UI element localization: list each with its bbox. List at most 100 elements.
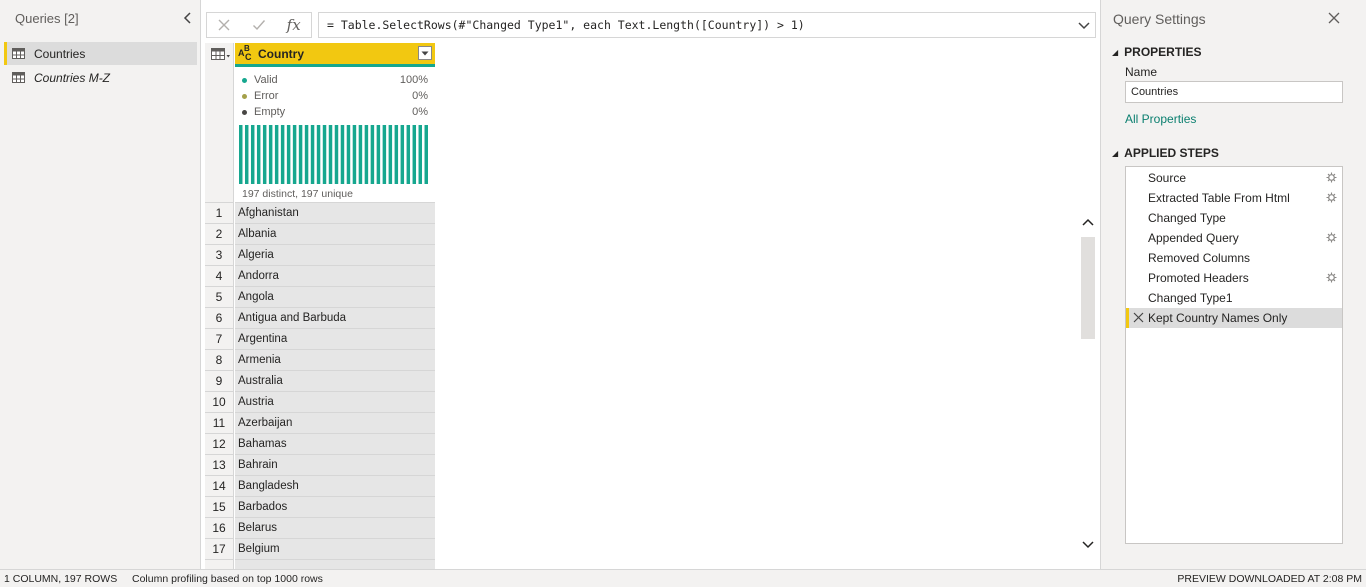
- distribution-bar[interactable]: [358, 125, 363, 184]
- table-cell[interactable]: Algeria: [235, 245, 435, 266]
- all-properties-link[interactable]: All Properties: [1125, 112, 1196, 126]
- table-cell[interactable]: [235, 560, 435, 569]
- delete-step-icon[interactable]: [1133, 312, 1144, 323]
- properties-section-header[interactable]: ◢ PROPERTIES: [1112, 45, 1202, 59]
- applied-step-item[interactable]: Changed Type: [1126, 208, 1342, 228]
- table-cell[interactable]: Bahrain: [235, 455, 435, 476]
- table-cell[interactable]: Belgium: [235, 539, 435, 560]
- distribution-bar[interactable]: [286, 125, 291, 184]
- table-cell[interactable]: Barbados: [235, 497, 435, 518]
- table-cell[interactable]: Angola: [235, 287, 435, 308]
- query-item-countries[interactable]: Countries: [4, 42, 197, 65]
- distribution-bar[interactable]: [370, 125, 375, 184]
- distribution-bar[interactable]: [250, 125, 255, 184]
- table-cell[interactable]: Antigua and Barbuda: [235, 308, 435, 329]
- distribution-bar[interactable]: [340, 125, 345, 184]
- row-number[interactable]: 7: [205, 329, 234, 350]
- query-name-input[interactable]: [1125, 81, 1343, 103]
- commit-formula-button[interactable]: [242, 13, 277, 37]
- table-cell[interactable]: Andorra: [235, 266, 435, 287]
- distribution-bar[interactable]: [239, 125, 243, 184]
- distribution-bar[interactable]: [322, 125, 327, 184]
- table-cell[interactable]: Belarus: [235, 518, 435, 539]
- gear-icon[interactable]: [1326, 172, 1337, 183]
- distribution-bar[interactable]: [274, 125, 279, 184]
- distribution-bar[interactable]: [382, 125, 387, 184]
- table-cell[interactable]: Bahamas: [235, 434, 435, 455]
- distribution-bar[interactable]: [376, 125, 381, 184]
- row-number[interactable]: 13: [205, 455, 234, 476]
- row-number[interactable]: 15: [205, 497, 234, 518]
- distribution-bar[interactable]: [406, 125, 411, 184]
- column-filter-button[interactable]: [418, 46, 432, 60]
- applied-step-item[interactable]: Extracted Table From Html: [1126, 188, 1342, 208]
- applied-step-item[interactable]: Appended Query: [1126, 228, 1342, 248]
- table-cell[interactable]: Bangladesh: [235, 476, 435, 497]
- chevron-down-icon[interactable]: [1077, 18, 1091, 32]
- table-cell[interactable]: Armenia: [235, 350, 435, 371]
- row-number[interactable]: 9: [205, 371, 234, 392]
- distribution-bar[interactable]: [292, 125, 297, 184]
- applied-step-item[interactable]: Source: [1126, 168, 1342, 188]
- applied-steps-section-header[interactable]: ◢ APPLIED STEPS: [1112, 146, 1219, 160]
- formula-bar[interactable]: = Table.SelectRows(#"Changed Type1", eac…: [318, 12, 1096, 38]
- table-menu-icon[interactable]: [211, 48, 231, 60]
- grid-scrollbar[interactable]: [1078, 215, 1098, 556]
- row-number[interactable]: 16: [205, 518, 234, 539]
- row-number[interactable]: 8: [205, 350, 234, 371]
- row-number[interactable]: 3: [205, 245, 234, 266]
- row-number[interactable]: 4: [205, 266, 234, 287]
- cancel-formula-button[interactable]: [207, 13, 242, 37]
- collapse-queries-button[interactable]: [181, 10, 195, 26]
- distribution-bar[interactable]: [244, 125, 249, 184]
- distribution-bar[interactable]: [256, 125, 261, 184]
- abc-text-type-icon[interactable]: ABC: [238, 44, 256, 62]
- table-cell[interactable]: Albania: [235, 224, 435, 245]
- applied-step-item[interactable]: Changed Type1: [1126, 288, 1342, 308]
- status-profiling-mode[interactable]: Column profiling based on top 1000 rows: [132, 573, 323, 585]
- row-number[interactable]: 6: [205, 308, 234, 329]
- distribution-bar[interactable]: [388, 125, 393, 184]
- applied-step-item[interactable]: Promoted Headers: [1126, 268, 1342, 288]
- applied-step-item[interactable]: Removed Columns: [1126, 248, 1342, 268]
- table-cell[interactable]: Austria: [235, 392, 435, 413]
- distribution-bar[interactable]: [262, 125, 267, 184]
- distribution-bar[interactable]: [400, 125, 405, 184]
- distribution-bar[interactable]: [298, 125, 303, 184]
- distribution-bar[interactable]: [304, 125, 309, 184]
- gear-icon[interactable]: [1326, 232, 1337, 243]
- table-cell[interactable]: Afghanistan: [235, 203, 435, 224]
- distribution-bar[interactable]: [268, 125, 273, 184]
- close-icon[interactable]: [1327, 11, 1341, 25]
- scroll-down-icon[interactable]: [1080, 538, 1096, 552]
- gear-icon[interactable]: [1326, 272, 1337, 283]
- formula-text[interactable]: = Table.SelectRows(#"Changed Type1", eac…: [327, 18, 805, 32]
- row-number[interactable]: 14: [205, 476, 234, 497]
- scroll-thumb[interactable]: [1081, 237, 1095, 339]
- distribution-bar[interactable]: [316, 125, 321, 184]
- insert-function-button[interactable]: fx: [276, 13, 311, 37]
- distribution-bar[interactable]: [280, 125, 285, 184]
- distribution-bar[interactable]: [412, 125, 417, 184]
- row-number[interactable]: [205, 560, 234, 569]
- row-number[interactable]: 11: [205, 413, 234, 434]
- row-number[interactable]: 12: [205, 434, 234, 455]
- column-header-country[interactable]: ABC Country: [235, 43, 435, 64]
- row-number[interactable]: 5: [205, 287, 234, 308]
- distribution-bar[interactable]: [394, 125, 399, 184]
- distribution-bar[interactable]: [334, 125, 339, 184]
- row-number[interactable]: 1: [205, 203, 234, 224]
- value-distribution-chart[interactable]: [239, 125, 428, 184]
- query-item-countries-m-z[interactable]: Countries M-Z: [4, 66, 197, 89]
- table-cell[interactable]: Azerbaijan: [235, 413, 435, 434]
- row-number[interactable]: 10: [205, 392, 234, 413]
- distribution-bar[interactable]: [424, 125, 428, 184]
- distribution-bar[interactable]: [352, 125, 357, 184]
- gear-icon[interactable]: [1326, 192, 1337, 203]
- distribution-bar[interactable]: [310, 125, 315, 184]
- table-cell[interactable]: Australia: [235, 371, 435, 392]
- scroll-up-icon[interactable]: [1080, 215, 1096, 229]
- row-number[interactable]: 2: [205, 224, 234, 245]
- row-number[interactable]: 17: [205, 539, 234, 560]
- distribution-bar[interactable]: [328, 125, 333, 184]
